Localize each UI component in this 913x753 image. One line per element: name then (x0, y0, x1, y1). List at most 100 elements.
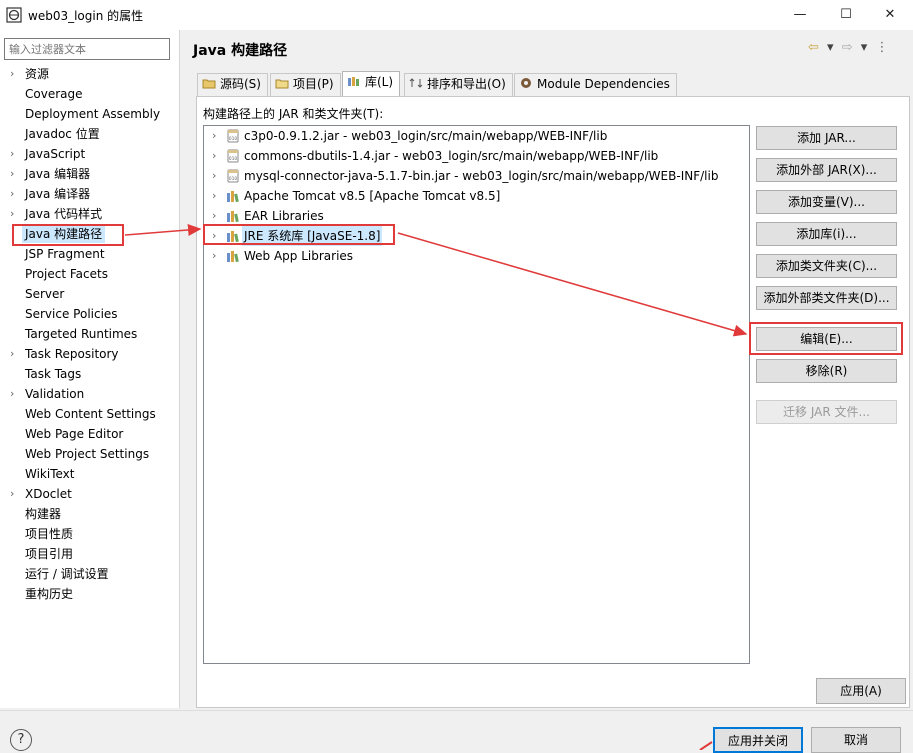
forward-arrow-icon[interactable]: ⇨ (842, 40, 855, 55)
tab-order-export-label: 排序和导出(O) (427, 77, 506, 91)
tab-module-dependencies-label: Module Dependencies (537, 77, 670, 91)
add-jar-button[interactable]: 添加 JAR... (756, 126, 897, 150)
library-label: commons-dbutils-1.4.jar - web03_login/sr… (244, 149, 659, 163)
sidebar-item[interactable]: Task Repository (25, 345, 119, 363)
sidebar-item[interactable]: Web Project Settings (25, 445, 149, 463)
remove-button[interactable]: 移除(R) (756, 359, 897, 383)
sidebar-item[interactable]: Service Policies (25, 305, 118, 323)
expand-chevron-icon[interactable]: › (10, 145, 20, 163)
library-row[interactable]: › 010 mysql-connector-java-5.1.7-bin.jar -… (204, 166, 749, 186)
expand-chevron-icon[interactable]: › (212, 186, 222, 206)
sidebar-item[interactable]: Web Page Editor (25, 425, 123, 443)
maximize-button[interactable]: ☐ (823, 0, 869, 30)
sidebar-item[interactable]: Deployment Assembly (25, 105, 160, 123)
forward-menu-icon[interactable]: ▾ (861, 40, 870, 55)
back-menu-icon[interactable]: ▾ (827, 40, 836, 55)
library-row[interactable]: › Apache Tomcat v8.5 [Apache Tomcat v8.5] (204, 186, 749, 206)
sidebar-item[interactable]: Java 编辑器 (25, 165, 90, 183)
filter-input[interactable] (4, 38, 170, 60)
sidebar-item[interactable]: 重构历史 (25, 585, 73, 603)
cancel-button[interactable]: 取消 (811, 727, 901, 753)
tab-projects-label: 项目(P) (293, 77, 334, 91)
library-row[interactable]: › 010 c3p0-0.9.1.2.jar - web03_login/src/m… (204, 126, 749, 146)
sidebar-item[interactable]: Server (25, 285, 64, 303)
add-external-jar-button[interactable]: 添加外部 JAR(X)... (756, 158, 897, 182)
sidebar-item[interactable]: 资源 (25, 65, 49, 83)
expand-chevron-icon[interactable]: › (10, 185, 20, 203)
close-button[interactable]: ✕ (867, 0, 913, 30)
sidebar-item[interactable]: Task Tags (25, 365, 81, 383)
expand-chevron-icon[interactable]: › (212, 126, 222, 146)
library-row[interactable]: › Web App Libraries (204, 246, 749, 266)
sidebar-item[interactable]: Project Facets (25, 265, 108, 283)
sidebar-item[interactable]: Java 编译器 (25, 185, 90, 203)
jar-icon: 010 (226, 169, 240, 183)
sidebar-item[interactable]: JSP Fragment (25, 245, 105, 263)
sidebar-item[interactable]: 项目引用 (25, 545, 73, 563)
expand-chevron-icon[interactable]: › (10, 385, 20, 403)
sidebar-item[interactable]: 运行 / 调试设置 (25, 565, 109, 583)
nav-toolbar: ⇦ ▾ ⇨ ▾ ⋮ (808, 40, 890, 55)
tab-order-export[interactable]: 排序和导出(O) (404, 73, 513, 96)
svg-text:010: 010 (229, 176, 238, 182)
source-folder-icon (202, 79, 216, 89)
sidebar-item[interactable]: Targeted Runtimes (25, 325, 137, 343)
library-row[interactable]: › 010 commons-dbutils-1.4.jar - web03_logi… (204, 146, 749, 166)
annotation-box-edit (749, 322, 903, 355)
sidebar-item[interactable]: JavaScript (25, 145, 85, 163)
tab-libraries[interactable]: 库(L) (342, 71, 401, 97)
expand-chevron-icon[interactable]: › (212, 206, 222, 226)
library-icon (226, 249, 240, 263)
sidebar-item[interactable]: Javadoc 位置 (25, 125, 100, 143)
migrate-jar-button[interactable]: 迁移 JAR 文件... (756, 400, 897, 424)
window-title: web03_login 的属性 (28, 9, 144, 23)
add-variable-button[interactable]: 添加变量(V)... (756, 190, 897, 214)
add-library-button[interactable]: 添加库(i)... (756, 222, 897, 246)
help-icon[interactable]: ? (10, 729, 32, 751)
tab-source-label: 源码(S) (220, 77, 261, 91)
library-icon (226, 209, 240, 223)
sidebar-item[interactable]: Web Content Settings (25, 405, 156, 423)
sidebar-item[interactable]: Coverage (25, 85, 83, 103)
annotation-box-sidebar (12, 224, 124, 246)
expand-chevron-icon[interactable]: › (10, 485, 20, 503)
add-class-folder-button[interactable]: 添加类文件夹(C)... (756, 254, 897, 278)
expand-chevron-icon[interactable]: › (212, 166, 222, 186)
libraries-tree[interactable]: › 010 c3p0-0.9.1.2.jar - web03_login/src/m… (203, 125, 750, 664)
module-icon (521, 78, 531, 88)
annotation-box-jre (203, 224, 395, 245)
expand-chevron-icon[interactable]: › (10, 165, 20, 183)
svg-text:010: 010 (229, 136, 238, 142)
property-tree-pane: › 资源 Coverage Deployment Assembly Javadoc 位置… (0, 30, 180, 708)
order-export-icon (409, 78, 423, 88)
expand-chevron-icon[interactable]: › (10, 65, 20, 83)
minimize-button[interactable]: — (777, 0, 823, 30)
library-label: c3p0-0.9.1.2.jar - web03_login/src/main/… (244, 129, 608, 143)
library-icon (226, 189, 240, 203)
page-title: Java 构建路径 (193, 43, 288, 59)
expand-chevron-icon[interactable]: › (10, 205, 20, 223)
add-external-class-folder-button[interactable]: 添加外部类文件夹(D)... (756, 286, 897, 310)
tab-source[interactable]: 源码(S) (197, 73, 268, 96)
tab-projects[interactable]: 项目(P) (270, 73, 341, 96)
sidebar-item[interactable]: 构建器 (25, 505, 61, 523)
apply-and-close-button[interactable]: 应用并关闭 (713, 727, 803, 753)
tab-module-dependencies[interactable]: Module Dependencies (514, 73, 677, 96)
expand-chevron-icon[interactable]: › (212, 246, 222, 266)
libraries-label: 构建路径上的 JAR 和类文件夹(T): (203, 107, 384, 121)
sidebar-item[interactable]: WikiText (25, 465, 75, 483)
view-menu-icon[interactable]: ⋮ (875, 40, 890, 55)
sidebar-item[interactable]: XDoclet (25, 485, 72, 503)
library-label: EAR Libraries (244, 209, 324, 223)
sidebar-item[interactable]: Validation (25, 385, 84, 403)
back-arrow-icon[interactable]: ⇦ (808, 40, 821, 55)
library-label: mysql-connector-java-5.1.7-bin.jar - web… (244, 169, 719, 183)
expand-chevron-icon[interactable]: › (10, 345, 20, 363)
jar-icon: 010 (226, 129, 240, 143)
library-row[interactable]: › EAR Libraries (204, 206, 749, 226)
sidebar-item[interactable]: 项目性质 (25, 525, 73, 543)
apply-button[interactable]: 应用(A) (816, 678, 906, 704)
expand-chevron-icon[interactable]: › (212, 146, 222, 166)
sidebar-item[interactable]: Java 代码样式 (25, 205, 102, 223)
library-label: Apache Tomcat v8.5 [Apache Tomcat v8.5] (244, 189, 501, 203)
